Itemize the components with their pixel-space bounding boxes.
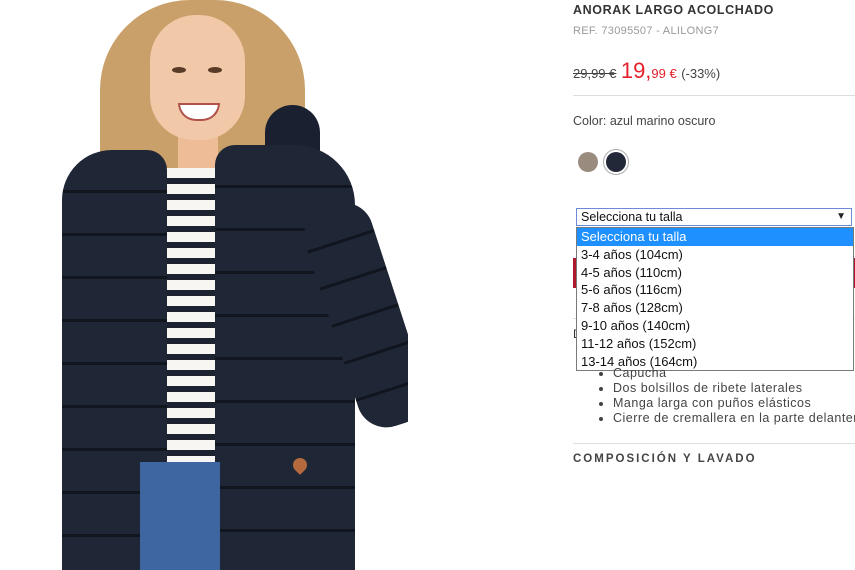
chevron-down-icon[interactable]: ▼	[836, 209, 846, 225]
product-title: ANORAK LARGO ACOLCHADO	[573, 3, 774, 17]
price-block: 29,99 € 19,99 € (-33%)	[573, 58, 720, 84]
list-item: Cierre de cremallera en la parte delante…	[613, 411, 855, 426]
model-face	[150, 15, 245, 140]
color-swatch-navy[interactable]	[606, 152, 626, 172]
color-label: Color: azul marino oscuro	[573, 114, 716, 128]
new-price: 19,	[620, 58, 652, 83]
list-item: Capucha	[613, 366, 855, 381]
composition-section-toggle[interactable]: COMPOSICIÓN Y LAVADO	[573, 453, 757, 465]
color-swatch-taupe[interactable]	[578, 152, 598, 172]
list-item: Manga larga con puños elásticos	[613, 396, 855, 411]
size-option[interactable]: Selecciona tu talla	[577, 228, 853, 246]
size-select-value: Selecciona tu talla	[581, 210, 683, 224]
size-option[interactable]: 9-10 años (140cm)	[577, 317, 853, 335]
size-select[interactable]: Selecciona tu talla ▼	[576, 208, 852, 226]
list-item: Dos bolsillos de ribete laterales	[613, 381, 855, 396]
divider	[573, 95, 855, 96]
size-option[interactable]: 7-8 años (128cm)	[577, 299, 853, 317]
size-option[interactable]: 3-4 años (104cm)	[577, 246, 853, 264]
product-details: ANORAK LARGO ACOLCHADO REF. 73095507 - A…	[573, 0, 855, 570]
jeans	[140, 462, 220, 570]
product-image	[0, 0, 408, 570]
feature-list: Capucha Dos bolsillos de ribete laterale…	[597, 366, 855, 426]
size-option[interactable]: 11-12 años (152cm)	[577, 335, 853, 353]
product-ref: REF. 73095507 - ALILONG7	[573, 25, 720, 37]
size-dropdown-list[interactable]: Selecciona tu talla 3-4 años (104cm) 4-5…	[576, 227, 854, 372]
size-option[interactable]: 5-6 años (116cm)	[577, 281, 853, 299]
discount-badge: (-33%)	[681, 66, 721, 81]
old-price: 29,99 €	[573, 66, 617, 81]
divider	[573, 443, 855, 444]
size-option[interactable]: 4-5 años (110cm)	[577, 264, 853, 282]
new-price-decimals: 99 €	[651, 66, 677, 81]
